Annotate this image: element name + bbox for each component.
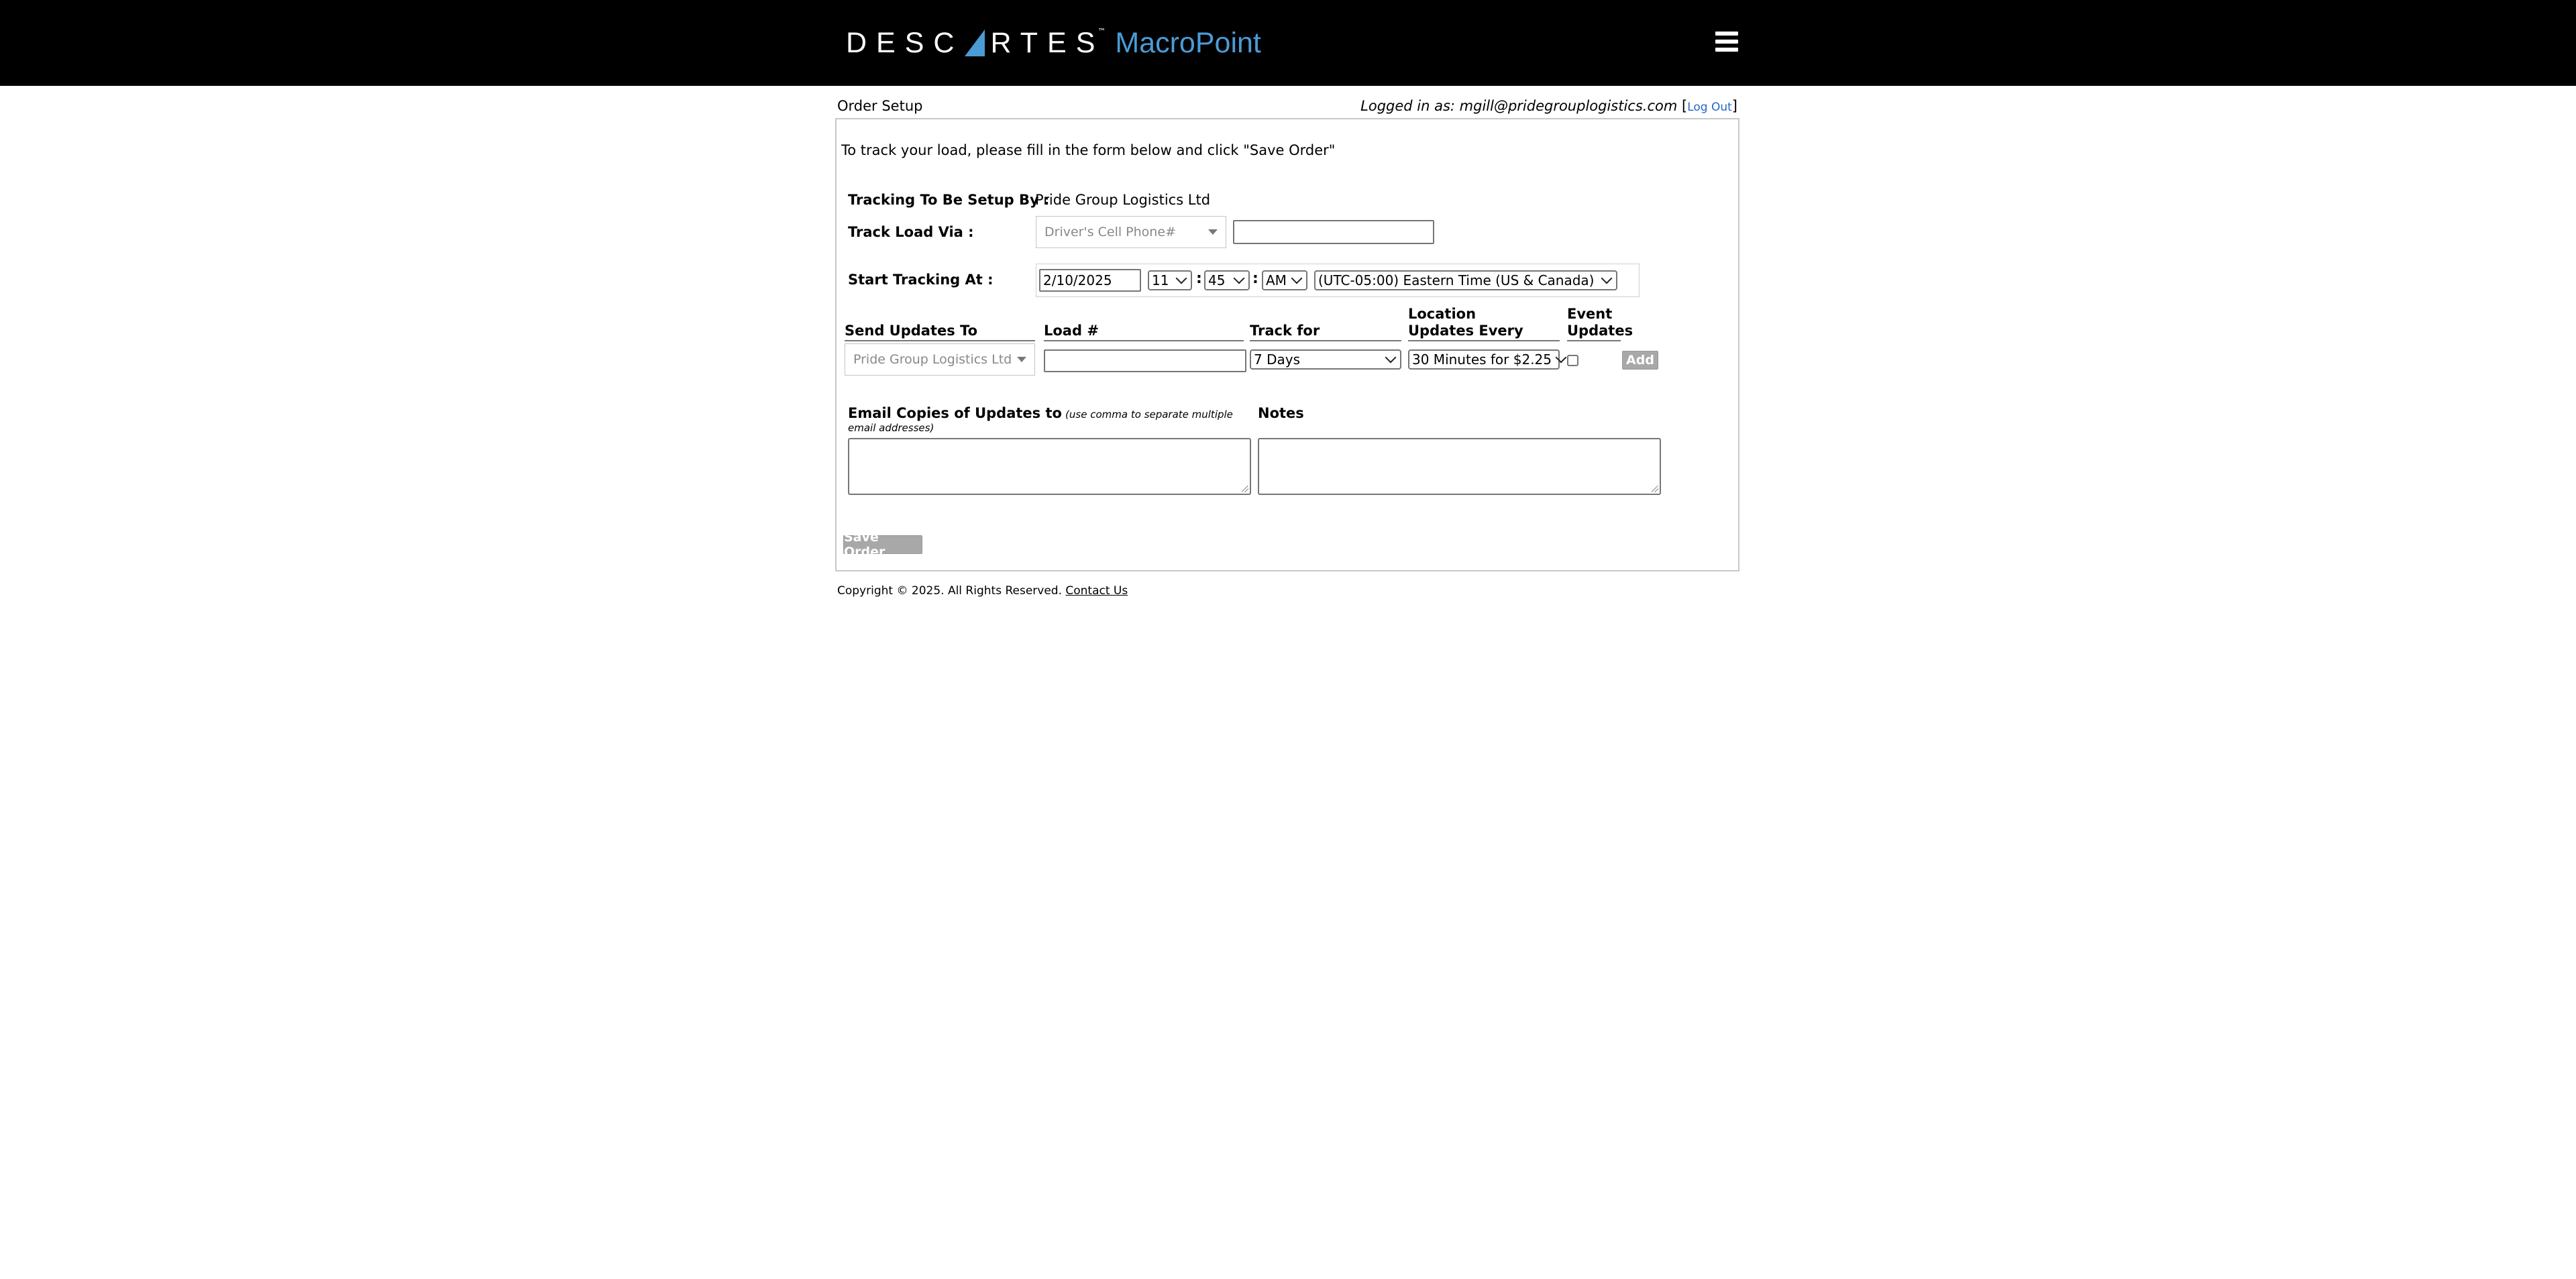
chevron-down-icon — [1017, 357, 1026, 362]
setup-by-value: Pride Group Logistics Ltd — [1035, 192, 1211, 208]
header-divider — [1250, 340, 1401, 341]
track-via-label: Track Load Via : — [848, 224, 974, 240]
col-header-load: Load # — [1044, 323, 1099, 339]
start-date-input[interactable]: 2/10/2025 — [1039, 269, 1141, 292]
chevron-down-icon — [1208, 229, 1218, 235]
trademark-symbol: ™ — [1097, 27, 1106, 36]
logo-triangle-icon — [965, 30, 985, 56]
header-divider — [1408, 340, 1560, 341]
email-copies-label: Email Copies of Updates to — [848, 405, 1062, 421]
product-name: MacroPoint — [1115, 26, 1261, 59]
start-minute-select[interactable]: 45 — [1204, 270, 1250, 290]
header-divider — [845, 340, 1035, 341]
col-header-location: Location Updates Every — [1408, 306, 1523, 339]
col-header-track-for: Track for — [1250, 323, 1320, 339]
email-copies-label-group: Email Copies of Updates to (use comma to… — [848, 405, 1250, 434]
resize-handle-icon[interactable] — [1242, 486, 1248, 492]
col-header-send-to: Send Updates To — [845, 323, 978, 339]
send-updates-to-select[interactable]: Pride Group Logistics Ltd — [845, 343, 1035, 376]
load-number-input[interactable] — [1044, 349, 1246, 372]
logged-in-info: Logged in as: mgill@pridegrouplogistics.… — [1360, 98, 1737, 114]
form-intro: To track your load, please fill in the f… — [841, 142, 1336, 158]
hamburger-menu-icon[interactable] — [1715, 32, 1738, 52]
chevron-down-icon — [1385, 351, 1397, 364]
header-divider — [1044, 340, 1244, 341]
time-separator: : — [1196, 270, 1202, 287]
event-updates-checkbox[interactable] — [1567, 355, 1578, 366]
timezone-select[interactable]: (UTC-05:00) Eastern Time (US & Canada) — [1314, 270, 1617, 290]
chevron-down-icon — [1233, 272, 1245, 284]
setup-by-label: Tracking To Be Setup By : — [848, 192, 1050, 208]
start-hour-select[interactable]: 11 — [1148, 270, 1192, 290]
notes-label: Notes — [1258, 405, 1304, 421]
add-button[interactable]: Add — [1622, 351, 1658, 370]
top-nav-bar: DESC RTES ™ MacroPoint — [0, 0, 2576, 86]
chevron-down-icon — [1601, 272, 1613, 284]
cell-phone-input[interactable] — [1233, 220, 1434, 244]
start-tracking-label: Start Tracking At : — [848, 272, 994, 288]
header-divider — [1567, 340, 1621, 341]
logged-in-label: Logged in as: mgill@pridegrouplogistics.… — [1360, 98, 1678, 114]
chevron-down-icon — [1291, 272, 1303, 284]
email-copies-textarea[interactable] — [848, 438, 1251, 495]
descartes-macropoint-logo[interactable]: DESC RTES ™ MacroPoint — [846, 27, 1261, 59]
resize-handle-icon[interactable] — [1652, 486, 1658, 492]
start-ampm-select[interactable]: AM — [1262, 270, 1307, 290]
col-header-event: Event Updates — [1567, 306, 1633, 339]
page-title: Order Setup — [837, 98, 923, 114]
track-for-select[interactable]: 7 Days — [1250, 349, 1401, 370]
time-separator: : — [1252, 270, 1258, 287]
logout-link[interactable]: Log Out — [1687, 101, 1732, 114]
track-via-select[interactable]: Driver's Cell Phone# — [1036, 216, 1226, 248]
contact-us-link[interactable]: Contact Us — [1065, 584, 1128, 598]
copyright-text: Copyright © 2025. All Rights Reserved. — [837, 584, 1062, 598]
footer: Copyright © 2025. All Rights Reserved. C… — [837, 584, 1128, 598]
location-updates-select[interactable]: 30 Minutes for $2.25 — [1408, 349, 1567, 370]
chevron-down-icon — [1175, 272, 1187, 284]
save-order-button[interactable]: Save Order — [843, 530, 922, 559]
notes-textarea[interactable] — [1258, 438, 1661, 495]
logo-wordmark: DESC RTES — [846, 26, 1105, 59]
